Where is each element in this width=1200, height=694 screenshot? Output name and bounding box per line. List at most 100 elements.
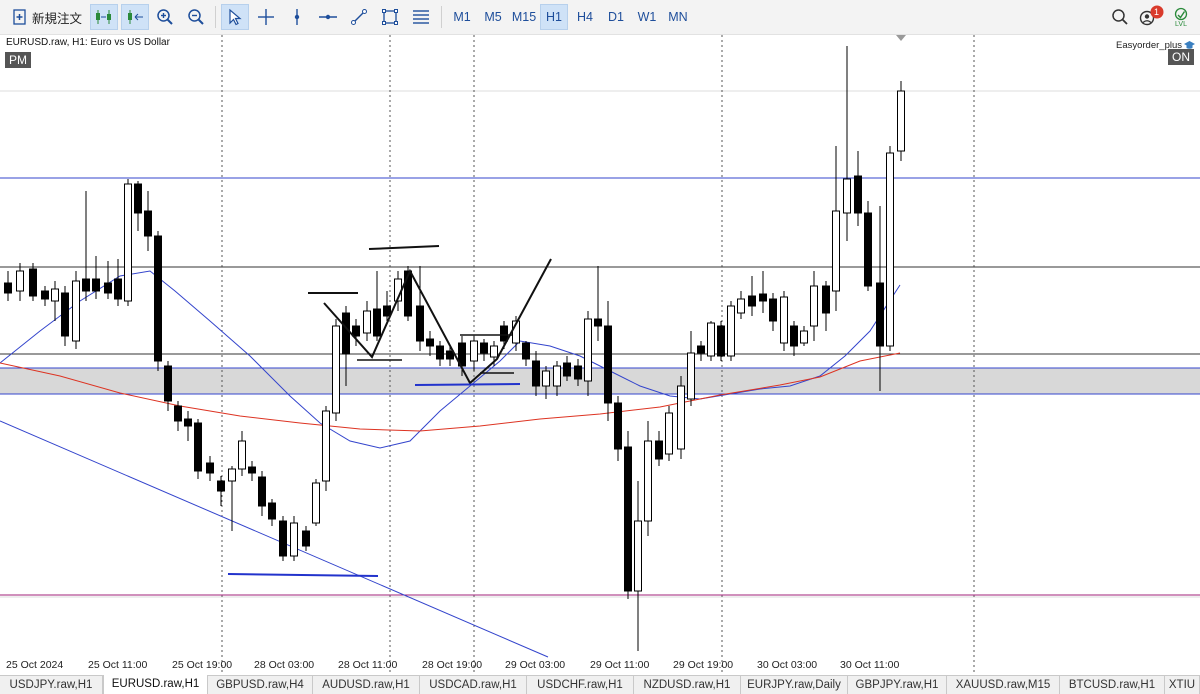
tab-audusd-h1[interactable]: AUDUSD.raw,H1	[313, 676, 420, 694]
candle-body	[312, 482, 320, 524]
time-axis-label: 30 Oct 03:00	[757, 659, 817, 671]
drawn-line-blue	[414, 383, 521, 386]
cursor-tool-button[interactable]	[221, 4, 249, 30]
candle-body	[800, 330, 808, 344]
timeframe-m15[interactable]: M15	[508, 4, 540, 30]
tab-nzdusd-h1[interactable]: NZDUSD.raw,H1	[634, 676, 741, 694]
tab-xtiu[interactable]: XTIU	[1165, 676, 1200, 694]
timeframe-w1[interactable]: W1	[632, 4, 662, 30]
tab-usdchf-h1[interactable]: USDCHF.raw,H1	[527, 676, 634, 694]
candle-body	[624, 446, 632, 592]
chart-shift-icon	[128, 10, 143, 24]
candle-body	[72, 280, 80, 342]
zoom-in-icon	[157, 9, 173, 25]
candle-body	[290, 522, 298, 557]
candle-body	[238, 440, 246, 470]
candle-body	[500, 325, 508, 342]
time-axis-label: 28 Oct 11:00	[338, 659, 398, 671]
zoom-out-button[interactable]	[183, 4, 209, 30]
candle-body	[174, 405, 182, 422]
search-icon	[1112, 9, 1128, 25]
candle-body	[124, 183, 132, 302]
chart-area[interactable]: 25 Oct 2024 25 Oct 11:00 25 Oct 19:00 28 Oc…	[0, 34, 1200, 676]
timeframe-h4[interactable]: H4	[571, 4, 599, 30]
timeframe-m5[interactable]: M5	[478, 4, 508, 30]
auto-scroll-button[interactable]	[90, 4, 118, 30]
auto-scroll-icon	[96, 10, 111, 24]
candle-body	[51, 288, 59, 302]
horizontal-line-tool-button[interactable]	[315, 4, 341, 30]
new-order-button[interactable]: 新規注文	[8, 4, 86, 30]
candle-body	[634, 520, 642, 592]
candle-body	[480, 342, 488, 354]
crosshair-tool-button[interactable]	[253, 4, 279, 30]
tab-xauusd-m15[interactable]: XAUUSD.raw,M15	[947, 676, 1060, 694]
tab-usdjpy-h1[interactable]: USDJPY.raw,H1	[0, 676, 103, 694]
candle-body	[194, 422, 202, 472]
tab-gbpusd-h4[interactable]: GBPUSD.raw,H4	[208, 676, 313, 694]
candle-body	[332, 325, 340, 414]
candle-body	[665, 412, 673, 455]
drawn-line	[368, 245, 440, 250]
time-axis-label: 28 Oct 03:00	[254, 659, 314, 671]
tab-eurjpy-daily[interactable]: EURJPY.raw,Daily	[741, 676, 848, 694]
tab-eurusd-h1[interactable]: EURUSD.raw,H1	[103, 675, 208, 694]
candle-body	[876, 282, 884, 347]
candle-body	[532, 360, 540, 387]
candle-body	[563, 362, 571, 377]
ea-on-badge[interactable]: ON	[1168, 49, 1194, 65]
candle-body	[279, 520, 287, 557]
tab-usdcad-h1[interactable]: USDCAD.raw,H1	[420, 676, 527, 694]
level-button[interactable]: LVL	[1168, 4, 1194, 30]
time-axis-label: 29 Oct 11:00	[590, 659, 650, 671]
candle-body	[470, 340, 478, 362]
candle-body	[206, 462, 214, 474]
candle-body	[790, 325, 798, 347]
zoom-in-button[interactable]	[152, 4, 178, 30]
candle-body	[248, 466, 256, 474]
tab-btcusd-h1[interactable]: BTCUSD.raw,H1	[1060, 676, 1165, 694]
time-axis-label: 29 Oct 03:00	[505, 659, 565, 671]
candle-body	[342, 312, 350, 355]
candle-body	[553, 365, 561, 387]
trendline-tool-button[interactable]	[346, 4, 372, 30]
candle-body	[268, 502, 276, 520]
time-axis-label: 29 Oct 19:00	[673, 659, 733, 671]
tab-gbpjpy-h1[interactable]: GBPJPY.raw,H1	[848, 676, 947, 694]
candle-body	[864, 212, 872, 287]
candle-body	[217, 480, 225, 492]
timeframe-h1[interactable]: H1	[540, 4, 568, 30]
timeframe-d1[interactable]: D1	[602, 4, 630, 30]
candle-body	[748, 295, 756, 307]
chart-svg[interactable]: 25 Oct 2024 25 Oct 11:00 25 Oct 19:00 28 Oc…	[0, 35, 1200, 676]
candle-body	[810, 285, 818, 327]
candle-body	[41, 290, 49, 300]
candle-body	[82, 278, 90, 292]
horizontal-line-icon	[319, 14, 337, 20]
timeframe-mn[interactable]: MN	[663, 4, 693, 30]
candle-body	[144, 210, 152, 237]
lvl-label: LVL	[1175, 20, 1187, 28]
zoom-out-icon	[188, 9, 204, 25]
candle-body	[416, 305, 424, 342]
toolbar-separator	[441, 6, 442, 28]
candle-body	[92, 278, 100, 292]
toolbar: 新規注文 M1 M5 M15 H1 H4 D1 W1 MN 1 LVL	[0, 0, 1200, 35]
candle-body	[769, 298, 777, 322]
candle-body	[164, 365, 172, 402]
vertical-line-tool-button[interactable]	[284, 4, 310, 30]
candle-body	[687, 352, 695, 400]
chart-shift-button[interactable]	[121, 4, 149, 30]
candle-body	[780, 296, 788, 344]
candle-body	[614, 402, 622, 450]
search-button[interactable]	[1107, 4, 1133, 30]
candle-body	[104, 282, 112, 294]
shapes-tool-button[interactable]	[377, 4, 403, 30]
candle-body	[574, 365, 582, 380]
messages-icon	[1139, 5, 1164, 26]
candle-body	[897, 90, 905, 152]
fibonacci-tool-button[interactable]	[408, 4, 434, 30]
timeframe-m1[interactable]: M1	[448, 4, 476, 30]
candle-body	[426, 338, 434, 347]
messages-button[interactable]: 1	[1137, 4, 1165, 30]
